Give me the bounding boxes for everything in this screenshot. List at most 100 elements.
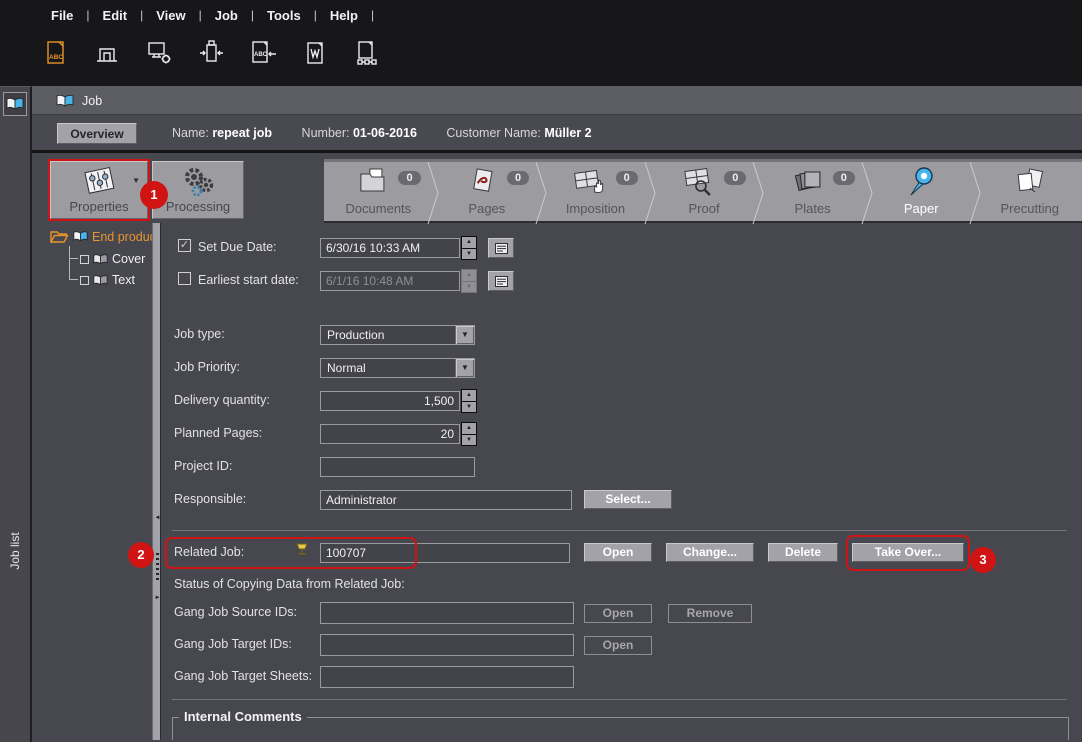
text-book-icon bbox=[93, 274, 108, 287]
text-checkbox[interactable] bbox=[80, 276, 89, 285]
gang-source-open-button: Open bbox=[584, 604, 652, 623]
responsible-field[interactable]: Administrator bbox=[320, 490, 572, 510]
step-precutting-label: Precutting bbox=[975, 201, 1082, 216]
step-proof[interactable]: 0 Proof bbox=[650, 162, 759, 221]
spin-down-icon[interactable]: ▼ bbox=[462, 402, 476, 413]
job-type-select[interactable]: Production ▼ bbox=[320, 325, 475, 345]
job-book-icon bbox=[56, 94, 74, 108]
planned-pages-field[interactable]: 20 bbox=[320, 424, 460, 444]
output-device-icon[interactable] bbox=[196, 38, 226, 68]
related-delete-button[interactable]: Delete bbox=[768, 543, 838, 562]
properties-menu-caret[interactable]: ▼ bbox=[132, 176, 140, 185]
number-value: 01-06-2016 bbox=[353, 126, 417, 140]
gang-target-field[interactable] bbox=[320, 634, 574, 656]
due-date-spinner[interactable]: ▲▼ bbox=[461, 236, 477, 260]
delivery-quantity-spinner[interactable]: ▲▼ bbox=[461, 389, 477, 413]
spin-up-icon: ▲ bbox=[462, 270, 476, 281]
earliest-start-checkbox[interactable] bbox=[178, 272, 191, 285]
dropdown-arrow-icon[interactable]: ▼ bbox=[455, 359, 474, 377]
splitter-expand-icon[interactable]: ► bbox=[153, 595, 162, 601]
document-rename-icon[interactable]: ABC bbox=[248, 38, 278, 68]
paper-icon bbox=[905, 165, 937, 204]
menu-separator: | bbox=[371, 8, 374, 22]
dropdown-arrow-icon[interactable]: ▼ bbox=[455, 326, 474, 344]
spin-down-icon[interactable]: ▼ bbox=[462, 435, 476, 446]
due-date-field[interactable]: 6/30/16 10:33 AM bbox=[320, 238, 460, 258]
spin-up-icon[interactable]: ▲ bbox=[462, 423, 476, 434]
step-imposition[interactable]: 0 Imposition bbox=[541, 162, 650, 221]
project-id-label: Project ID: bbox=[174, 459, 232, 473]
tree-item-end-product[interactable]: End product bbox=[50, 229, 159, 244]
set-due-date-checkbox[interactable]: ✓ bbox=[178, 239, 191, 252]
menu-job[interactable]: Job bbox=[202, 8, 251, 23]
splitter-grip[interactable] bbox=[156, 553, 159, 581]
panel-splitter[interactable]: ◄ ► bbox=[152, 223, 161, 740]
splitter-collapse-icon[interactable]: ◄ bbox=[153, 515, 162, 521]
delivery-quantity-field[interactable]: 1,500 bbox=[320, 391, 460, 411]
tree-item-text-label: Text bbox=[112, 273, 135, 287]
tree-item-cover[interactable]: Cover bbox=[80, 252, 145, 266]
job-list-button[interactable] bbox=[3, 92, 27, 116]
menu-file[interactable]: File bbox=[38, 8, 86, 23]
earliest-start-calendar-button[interactable] bbox=[488, 271, 514, 291]
related-open-button[interactable]: Open bbox=[584, 543, 652, 562]
due-date-calendar-button[interactable] bbox=[488, 238, 514, 258]
set-due-date-label: Set Due Date: bbox=[198, 240, 277, 254]
cover-checkbox[interactable] bbox=[80, 255, 89, 264]
planned-pages-spinner[interactable]: ▲▼ bbox=[461, 422, 477, 446]
step-documents[interactable]: 0 Documents bbox=[324, 162, 433, 221]
properties-pane: ▼ Properties 1 Processing bbox=[32, 153, 1082, 740]
end-product-book-icon bbox=[73, 230, 88, 243]
menu-view[interactable]: View bbox=[143, 8, 198, 23]
menu-tools[interactable]: Tools bbox=[254, 8, 314, 23]
pages-icon bbox=[466, 165, 498, 202]
imposition-count-badge: 0 bbox=[616, 171, 638, 185]
print-queue-icon[interactable] bbox=[92, 38, 122, 68]
open-folder-icon bbox=[50, 229, 69, 244]
step-plates[interactable]: 0 Plates bbox=[758, 162, 867, 221]
gang-source-field[interactable] bbox=[320, 602, 574, 624]
document-abc-icon[interactable]: ABC bbox=[40, 38, 70, 68]
process-step-strip: 0 Documents 0 Pages bbox=[324, 159, 1082, 223]
gang-source-label: Gang Job Source IDs: bbox=[174, 605, 297, 619]
overview-button[interactable]: Overview bbox=[57, 123, 137, 144]
related-change-button[interactable]: Change... bbox=[666, 543, 754, 562]
job-list-vertical-label[interactable]: Job list bbox=[8, 532, 22, 569]
step-separator bbox=[860, 162, 874, 229]
document-report-icon[interactable] bbox=[300, 38, 330, 68]
gang-source-remove-button: Remove bbox=[668, 604, 752, 623]
spin-up-icon[interactable]: ▲ bbox=[462, 237, 476, 248]
top-chrome: File| Edit| View| Job| Tools| Help| ABC bbox=[0, 0, 1082, 86]
menu-edit[interactable]: Edit bbox=[90, 8, 141, 23]
step-precutting[interactable]: Precutting bbox=[975, 162, 1082, 221]
step-pages-label: Pages bbox=[433, 201, 542, 216]
menu-help[interactable]: Help bbox=[317, 8, 371, 23]
step-paper[interactable]: Paper bbox=[867, 162, 976, 221]
name-label: Name: bbox=[172, 126, 209, 140]
plates-icon bbox=[790, 165, 824, 202]
gang-sheets-field[interactable] bbox=[320, 666, 574, 688]
spin-up-icon[interactable]: ▲ bbox=[462, 390, 476, 401]
job-priority-select[interactable]: Normal ▼ bbox=[320, 358, 475, 378]
earliest-start-field[interactable]: 6/1/16 10:48 AM bbox=[320, 271, 460, 291]
step-separator bbox=[534, 162, 548, 229]
tab-properties-label: Properties bbox=[51, 199, 147, 214]
responsible-label: Responsible: bbox=[174, 492, 246, 506]
computer-settings-icon[interactable] bbox=[144, 38, 174, 68]
tab-properties[interactable]: ▼ Properties bbox=[50, 161, 148, 219]
imposition-icon bbox=[572, 165, 608, 202]
project-id-field[interactable] bbox=[320, 457, 475, 477]
documents-count-badge: 0 bbox=[398, 171, 420, 185]
spin-down-icon: ▼ bbox=[462, 282, 476, 293]
step-pages[interactable]: 0 Pages bbox=[433, 162, 542, 221]
earliest-start-spinner: ▲▼ bbox=[461, 269, 477, 293]
left-dock: Job list bbox=[0, 86, 32, 742]
window-title: Job bbox=[82, 94, 102, 108]
customer-label: Customer Name: bbox=[446, 126, 540, 140]
select-button[interactable]: Select... bbox=[584, 490, 672, 509]
tree-connector bbox=[69, 246, 70, 280]
spin-down-icon[interactable]: ▼ bbox=[462, 249, 476, 260]
document-workflow-icon[interactable] bbox=[352, 38, 382, 68]
tree-item-text[interactable]: Text bbox=[80, 273, 135, 287]
planned-pages-label: Planned Pages: bbox=[174, 426, 262, 440]
